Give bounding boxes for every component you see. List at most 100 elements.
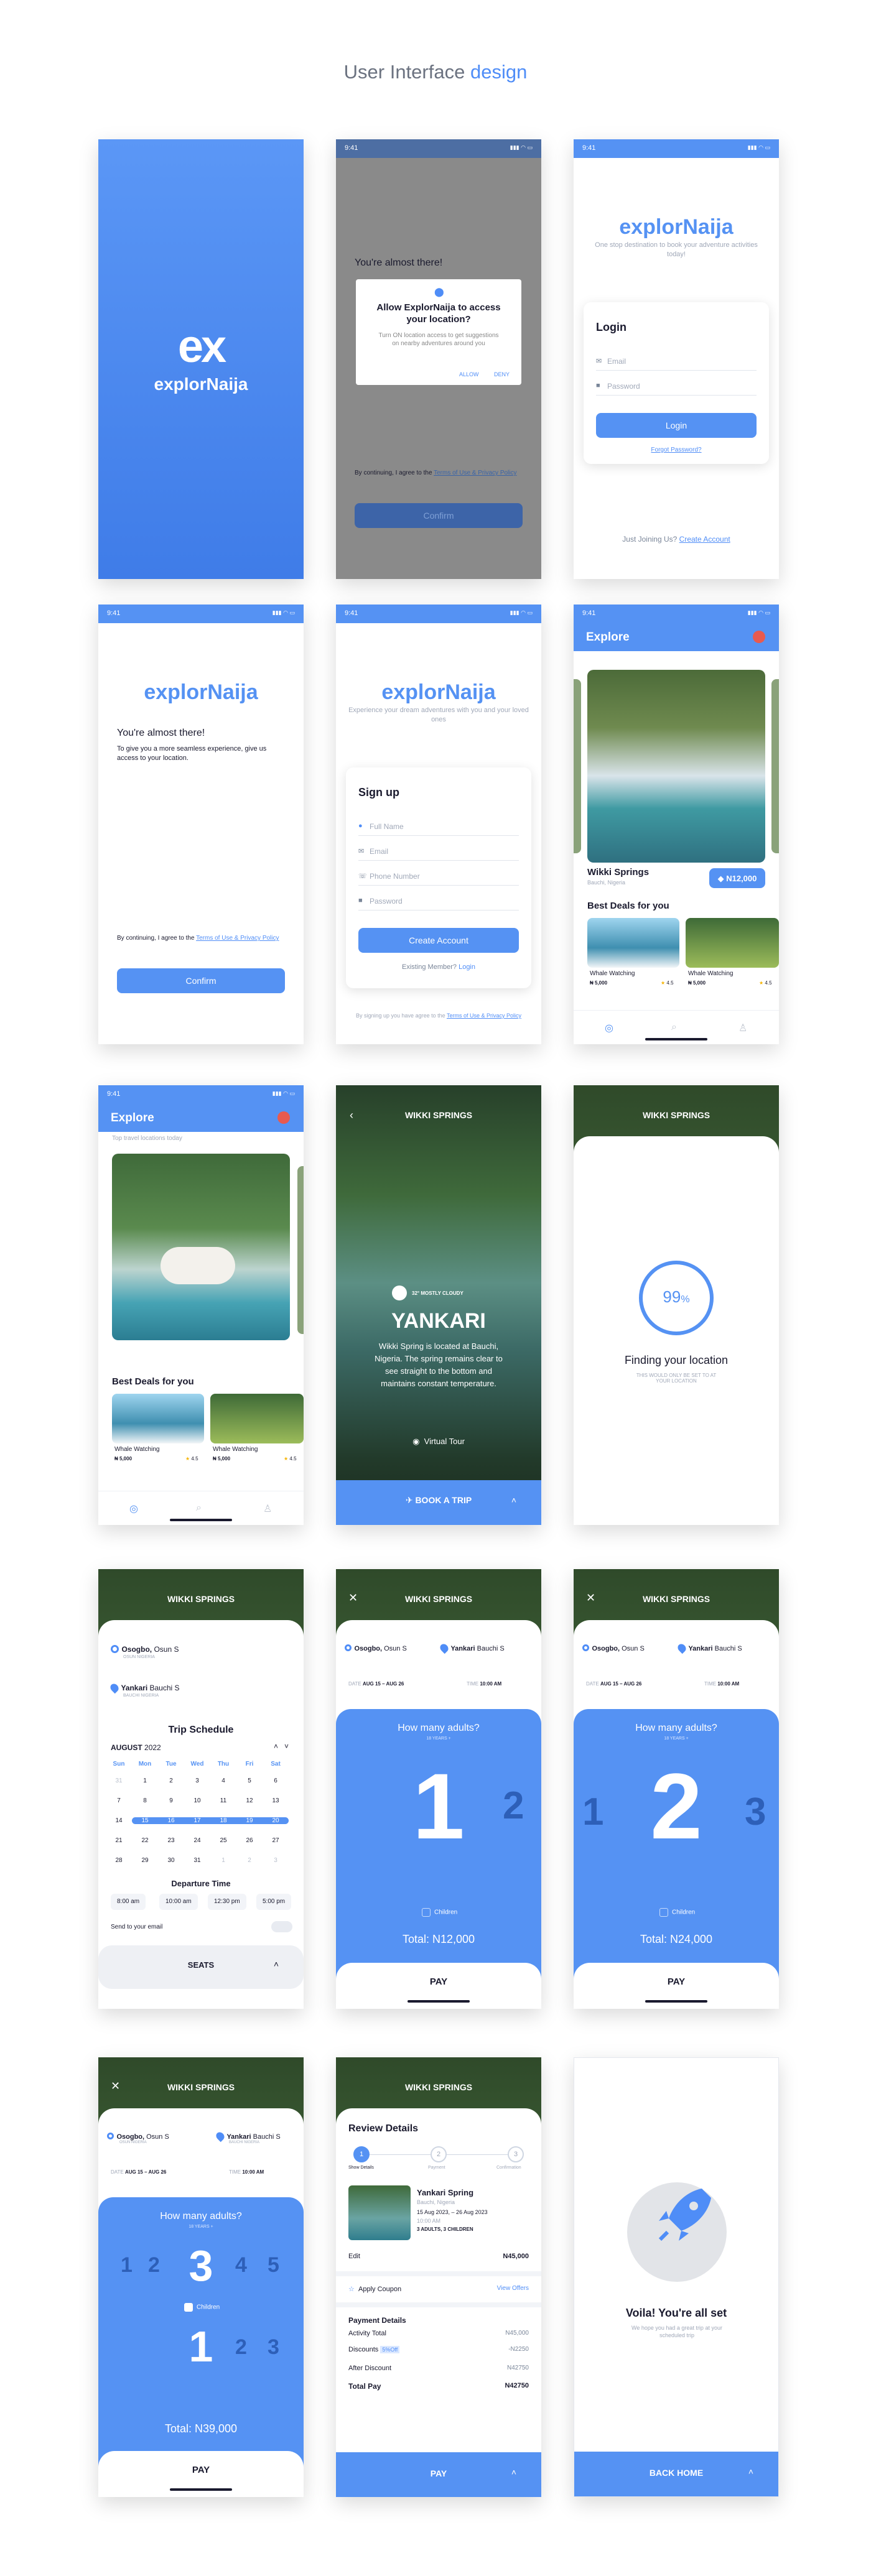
calendar-day[interactable]: 8 bbox=[132, 1797, 158, 1804]
calendar-day[interactable]: 3 bbox=[263, 1857, 289, 1864]
pay-button[interactable]: PAY bbox=[98, 2465, 304, 2475]
departure-time-option[interactable]: 10:00 am bbox=[159, 1894, 198, 1910]
terms-link[interactable]: Terms of Use & Privacy Policy bbox=[447, 1012, 521, 1019]
pay-button[interactable]: PAY bbox=[336, 2468, 541, 2478]
deny-button[interactable]: DENY bbox=[494, 371, 510, 378]
calendar-day[interactable]: 26 bbox=[236, 1837, 263, 1844]
password-field[interactable]: ■ Password bbox=[596, 377, 757, 396]
children-checkbox[interactable]: Children bbox=[659, 1908, 695, 1917]
children-checkbox[interactable]: Children bbox=[184, 2303, 220, 2312]
adult-count-next[interactable]: 2 bbox=[503, 1784, 524, 1828]
pay-bar[interactable]: PAY bbox=[98, 2451, 304, 2497]
price-button[interactable]: ◆ N12,000 bbox=[709, 868, 765, 888]
adult-count-4[interactable]: 4 bbox=[235, 2253, 247, 2277]
calendar-day[interactable]: 28 bbox=[106, 1857, 132, 1864]
forgot-password-link[interactable]: Forgot Password? bbox=[584, 447, 769, 453]
virtual-tour-button[interactable]: ◉ Virtual Tour bbox=[336, 1437, 541, 1447]
calendar-day[interactable]: 2 bbox=[236, 1857, 263, 1864]
calendar-day[interactable]: 19 bbox=[236, 1817, 263, 1824]
seats-bar[interactable]: SEATS ˄ bbox=[98, 1945, 304, 1989]
avatar[interactable] bbox=[277, 1111, 290, 1124]
back-home-button[interactable]: BACK HOME bbox=[574, 2468, 778, 2478]
terms-link[interactable]: Terms of Use & Privacy Policy bbox=[434, 470, 516, 476]
avatar[interactable] bbox=[753, 631, 765, 643]
create-account-button[interactable]: Create Account bbox=[358, 928, 519, 953]
deal-image-1[interactable] bbox=[587, 918, 679, 968]
search-icon[interactable]: ⌕ bbox=[196, 1503, 202, 1514]
pay-bar[interactable]: PAY ˄ bbox=[336, 2452, 541, 2497]
send-email-toggle[interactable] bbox=[271, 1921, 292, 1932]
search-icon[interactable]: ⌕ bbox=[671, 1022, 677, 1033]
calendar-day[interactable]: 24 bbox=[184, 1837, 210, 1844]
calendar-day[interactable]: 13 bbox=[263, 1797, 289, 1804]
calendar-day[interactable]: 21 bbox=[106, 1837, 132, 1844]
password-field[interactable]: ■ Password bbox=[358, 892, 519, 910]
calendar-day[interactable]: 27 bbox=[263, 1837, 289, 1844]
chevron-up-icon[interactable]: ˄ bbox=[511, 2467, 516, 2477]
confirm-button[interactable]: Confirm bbox=[355, 503, 523, 528]
compass-icon[interactable]: ◎ bbox=[129, 1503, 138, 1515]
calendar-day[interactable]: 7 bbox=[106, 1797, 132, 1804]
calendar-day[interactable]: 3 bbox=[184, 1777, 210, 1784]
pay-bar[interactable]: PAY bbox=[336, 1963, 541, 2009]
calendar-day[interactable]: 5 bbox=[236, 1777, 263, 1784]
profile-icon[interactable]: ♙ bbox=[263, 1503, 272, 1515]
chevron-up-icon[interactable]: ˄ bbox=[274, 1959, 279, 1969]
calendar-day[interactable]: 31 bbox=[106, 1777, 132, 1784]
place-image[interactable] bbox=[587, 670, 765, 863]
calendar-day[interactable]: 16 bbox=[158, 1817, 184, 1824]
confirm-button[interactable]: Confirm bbox=[117, 968, 285, 993]
terms-link[interactable]: Terms of Use & Privacy Policy bbox=[196, 935, 279, 942]
children-checkbox[interactable]: Children bbox=[422, 1908, 457, 1917]
pay-button[interactable]: PAY bbox=[574, 1976, 779, 1987]
departure-time-option[interactable]: 12:30 pm bbox=[208, 1894, 246, 1910]
adult-count-next[interactable]: 3 bbox=[745, 1790, 766, 1834]
deal-image-1[interactable] bbox=[112, 1394, 204, 1443]
book-trip-bar[interactable]: ✈ BOOK A TRIP ˄ bbox=[336, 1480, 541, 1525]
edit-link[interactable]: Edit bbox=[348, 2253, 360, 2260]
allow-button[interactable]: ALLOW bbox=[459, 371, 479, 378]
full-name-field[interactable]: ● Full Name bbox=[358, 817, 519, 836]
email-field[interactable]: ✉ Email bbox=[358, 842, 519, 861]
calendar-day[interactable]: 31 bbox=[184, 1857, 210, 1864]
calendar-day[interactable]: 12 bbox=[236, 1797, 263, 1804]
calendar-day[interactable]: 23 bbox=[158, 1837, 184, 1844]
calendar-day[interactable]: 1 bbox=[210, 1857, 236, 1864]
calendar-day[interactable]: 15 bbox=[132, 1817, 158, 1824]
adult-count-5[interactable]: 5 bbox=[268, 2253, 279, 2277]
login-link[interactable]: Login bbox=[459, 963, 475, 971]
calendar-day[interactable]: 20 bbox=[263, 1817, 289, 1824]
month-nav[interactable]: ˄ ˅ bbox=[274, 1742, 289, 1751]
calendar-day[interactable]: 11 bbox=[210, 1797, 236, 1804]
child-count-3[interactable]: 3 bbox=[268, 2335, 279, 2360]
calendar-day[interactable]: 1 bbox=[132, 1777, 158, 1784]
create-account-link[interactable]: Create Account bbox=[679, 535, 730, 544]
calendar-day[interactable]: 6 bbox=[263, 1777, 289, 1784]
pay-button[interactable]: PAY bbox=[336, 1976, 541, 1987]
calendar-day[interactable]: 18 bbox=[210, 1817, 236, 1824]
chevron-up-icon[interactable]: ˄ bbox=[748, 2467, 753, 2476]
deal-image-2[interactable] bbox=[210, 1394, 304, 1443]
departure-time-option[interactable]: 5:00 pm bbox=[256, 1894, 292, 1910]
phone-field[interactable]: ☏ Phone Number bbox=[358, 867, 519, 886]
compass-icon[interactable]: ◎ bbox=[605, 1022, 613, 1034]
calendar-day[interactable]: 4 bbox=[210, 1777, 236, 1784]
calendar-day[interactable]: 22 bbox=[132, 1837, 158, 1844]
email-field[interactable]: ✉ Email bbox=[596, 352, 757, 371]
profile-icon[interactable]: ♙ bbox=[738, 1022, 747, 1034]
deal-image-2[interactable] bbox=[686, 918, 779, 968]
back-home-bar[interactable]: BACK HOME ˄ bbox=[574, 2452, 778, 2496]
chevron-up-icon[interactable]: ˄ bbox=[511, 1495, 516, 1505]
calendar-day[interactable]: 2 bbox=[158, 1777, 184, 1784]
calendar-day[interactable]: 30 bbox=[158, 1857, 184, 1864]
child-count-2[interactable]: 2 bbox=[235, 2335, 247, 2360]
view-offers-link[interactable]: View Offers bbox=[497, 2285, 529, 2292]
departure-time-option[interactable]: 8:00 am bbox=[111, 1894, 146, 1910]
coupon-row[interactable]: ☆ Apply Coupon bbox=[348, 2285, 401, 2293]
calendar-day[interactable]: 25 bbox=[210, 1837, 236, 1844]
calendar-day[interactable]: 29 bbox=[132, 1857, 158, 1864]
calendar-day[interactable]: 17 bbox=[184, 1817, 210, 1824]
calendar-day[interactable]: 9 bbox=[158, 1797, 184, 1804]
calendar-day[interactable]: 14 bbox=[106, 1817, 132, 1824]
calendar-day[interactable]: 10 bbox=[184, 1797, 210, 1804]
